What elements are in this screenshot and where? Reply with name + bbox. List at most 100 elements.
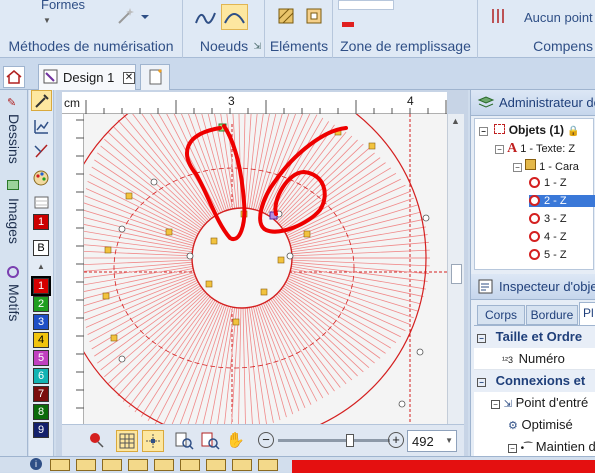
tree-node-texte[interactable]: − A 1 - Texte: Z — [495, 141, 575, 157]
new-tab-button[interactable] — [140, 64, 170, 90]
color-swatch[interactable]: 8 — [33, 404, 49, 420]
tab-corps[interactable]: Corps — [477, 305, 525, 325]
section-connexions[interactable]: − Connexions et — [474, 370, 595, 392]
graph-tool[interactable] — [31, 116, 52, 137]
fill-preview[interactable] — [338, 0, 394, 10]
minus-icon: − — [262, 432, 270, 447]
status-bar: i — [0, 456, 595, 473]
group-methodes-label: Méthodes de numérisation — [8, 38, 174, 54]
color-icon[interactable] — [232, 459, 252, 471]
zoom-slider-thumb[interactable] — [346, 434, 354, 447]
tree-node-item[interactable]: 5 - Z — [529, 249, 567, 261]
stitch-type-icon[interactable] — [50, 459, 70, 471]
red-pin-icon — [90, 433, 104, 448]
zoom-out-button[interactable]: − — [258, 432, 274, 448]
tree-node-item[interactable]: 2 - Z — [529, 195, 595, 207]
select-tool[interactable] — [31, 90, 52, 111]
home-button[interactable] — [3, 66, 25, 88]
palette-scroll-icon[interactable]: ▲ — [37, 262, 45, 271]
formes-button[interactable]: Formes ▼ — [40, 0, 98, 25]
triangle-tool-icon[interactable] — [180, 459, 200, 471]
move-icon[interactable] — [206, 459, 226, 471]
inspector-panel-title: Inspecteur d'obje — [499, 279, 595, 294]
ruler-ticks — [85, 100, 447, 114]
zoom-combobox[interactable]: 492 ▼ — [407, 430, 457, 452]
stitch-line — [291, 241, 429, 255]
needle-tool[interactable] — [31, 140, 52, 161]
hand-icon: ✋ — [226, 432, 245, 449]
collapse-icon[interactable]: − — [495, 145, 504, 154]
node-smooth-button[interactable] — [221, 4, 248, 30]
tree-node-cara[interactable]: − 1 - Cara — [513, 159, 579, 173]
element-border-button[interactable] — [302, 4, 326, 30]
property-point-entree[interactable]: − ⇲ Point d'entré — [474, 392, 595, 414]
border-icon[interactable] — [128, 459, 148, 471]
collapse-icon[interactable]: − — [477, 378, 486, 387]
zoom-fit-button[interactable] — [200, 431, 224, 451]
tree-node-item[interactable]: 3 - Z — [529, 213, 567, 225]
tab-dessins[interactable]: ✎ Dessins — [2, 94, 26, 174]
property-maintien[interactable]: − •⁀ Maintien d — [474, 436, 595, 458]
collapse-icon[interactable]: − — [491, 400, 500, 409]
color-swatch[interactable]: 7 — [33, 386, 49, 402]
grid-toggle-button[interactable] — [116, 430, 138, 452]
tab-motifs[interactable]: Motifs — [2, 266, 26, 346]
info-icon[interactable]: i — [30, 458, 42, 470]
tab-bordure[interactable]: Bordure — [526, 305, 578, 325]
lock-icon[interactable]: 🔒 — [567, 126, 579, 137]
tree-node-item[interactable]: 1 - Z — [529, 177, 567, 189]
element-fill-button[interactable] — [274, 4, 298, 30]
document-tabs-bar: Design 1 ✕ — [0, 58, 595, 90]
fill-color-swatch[interactable] — [342, 22, 354, 27]
pan-button[interactable]: ✋ — [226, 431, 246, 451]
property-optimise[interactable]: ⚙ Optimisé — [474, 414, 595, 436]
property-numero[interactable]: ¹²3 Numéro — [474, 348, 595, 370]
person-icon[interactable] — [258, 459, 278, 471]
zoom-slider-track[interactable] — [278, 439, 390, 442]
fabric-tool[interactable] — [31, 192, 52, 213]
square-outline-icon — [306, 8, 322, 24]
satin-icon[interactable] — [102, 459, 122, 471]
snap-toggle-button[interactable] — [142, 430, 164, 452]
stitch-object-icon — [529, 231, 540, 242]
resize-icon[interactable] — [154, 459, 174, 471]
tab-pl[interactable]: Pl — [579, 302, 595, 325]
color-swatch[interactable]: B — [33, 240, 49, 256]
color-swatch[interactable]: 6 — [33, 368, 49, 384]
fill-type-icon[interactable] — [76, 459, 96, 471]
embroidery-design[interactable] — [57, 73, 447, 443]
palette-tool[interactable] — [31, 168, 52, 189]
color-swatch[interactable]: 5 — [33, 350, 49, 366]
close-icon[interactable]: ✕ — [123, 72, 135, 84]
tab-design-1[interactable]: Design 1 ✕ — [38, 64, 136, 90]
scroll-thumb[interactable] — [451, 264, 462, 284]
wand-dropdown-button[interactable] — [112, 4, 152, 26]
color-swatch[interactable]: 3 — [33, 314, 49, 330]
new-document-icon — [149, 69, 162, 85]
snap-grid-icon — [146, 434, 160, 448]
color-swatch[interactable]: 1 — [31, 276, 51, 296]
tree-node-item[interactable]: 4 - Z — [529, 231, 567, 243]
stitch-line — [280, 288, 375, 364]
collapse-icon[interactable]: − — [513, 163, 522, 172]
tree-node-objets[interactable]: − Objets (1) 🔒 — [479, 123, 580, 137]
collapse-icon[interactable]: − — [479, 127, 488, 136]
section-taille[interactable]: − Taille et Ordre — [474, 326, 595, 348]
objects-frame-icon — [494, 124, 506, 134]
node-curve-button[interactable] — [192, 4, 219, 30]
aucun-point-button[interactable]: Aucun point — [485, 4, 595, 28]
zoom-in-button[interactable]: + — [388, 432, 404, 448]
scroll-up-icon[interactable]: ▲ — [451, 116, 460, 126]
tab-images[interactable]: Images — [2, 180, 26, 260]
design-canvas[interactable] — [57, 73, 447, 443]
color-swatch[interactable]: 9 — [33, 422, 49, 438]
collapse-icon[interactable]: − — [508, 444, 517, 453]
layers-icon — [477, 96, 495, 108]
vertical-scrollbar[interactable]: ▲ — [447, 114, 464, 424]
stitch-point-button[interactable] — [88, 431, 106, 449]
zoom-page-button[interactable] — [174, 431, 198, 451]
color-swatch[interactable]: 2 — [33, 296, 49, 312]
color-swatch[interactable]: 4 — [33, 332, 49, 348]
color-swatch[interactable]: 1 — [33, 214, 49, 230]
collapse-icon[interactable]: − — [477, 334, 486, 343]
